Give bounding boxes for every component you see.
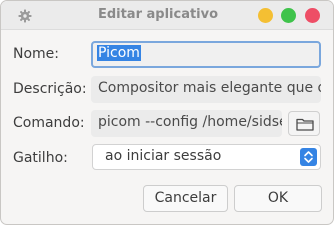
minimize-button[interactable] xyxy=(258,8,273,23)
description-field[interactable]: Compositor mais elegante que o xfwm xyxy=(91,76,321,103)
command-field[interactable]: picom --config /home/sidserra/.config/pi… xyxy=(91,110,282,137)
trigger-label: Gatilho: xyxy=(13,150,68,166)
command-label: Comando: xyxy=(13,115,85,131)
browse-button[interactable] xyxy=(288,111,320,136)
description-label: Descrição: xyxy=(13,81,87,97)
name-value: Picom xyxy=(97,45,141,61)
trigger-value: ao iniciar sessão xyxy=(105,148,222,164)
trigger-select[interactable]: ao iniciar sessão xyxy=(92,144,321,170)
description-value: Compositor mais elegante que o xfwm xyxy=(98,80,321,96)
name-label: Nome: xyxy=(13,46,60,62)
cancel-button[interactable]: Cancelar xyxy=(143,185,228,212)
folder-icon xyxy=(296,118,314,131)
titlebar: Editar aplicativo xyxy=(1,1,333,30)
close-button[interactable] xyxy=(305,8,320,23)
command-value: picom --config /home/sidserra/.config/pi… xyxy=(98,114,282,130)
ok-button[interactable]: OK xyxy=(234,185,322,212)
maximize-button[interactable] xyxy=(281,8,296,23)
chevron-up-down-icon xyxy=(300,148,317,166)
name-field[interactable]: Picom xyxy=(91,41,321,68)
edit-application-dialog: Editar aplicativo Nome: Picom Descrição:… xyxy=(0,0,334,225)
